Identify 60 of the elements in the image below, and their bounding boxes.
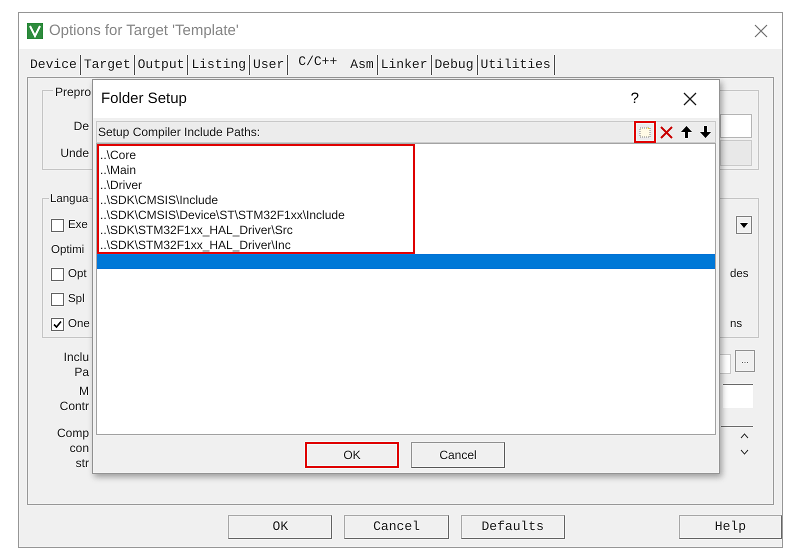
field-label: Contr (60, 399, 89, 414)
scroll-down-icon[interactable] (740, 449, 749, 455)
dialog-button[interactable]: OK (228, 515, 332, 539)
path-item[interactable]: ..\SDK\STM32F1xx_HAL_Driver\Src (99, 223, 413, 238)
path-item[interactable]: ..\Driver (99, 178, 413, 193)
field-label: con (70, 441, 89, 456)
tab[interactable]: Output (134, 54, 188, 75)
define-field[interactable] (720, 114, 752, 138)
tab[interactable]: Listing (188, 54, 250, 75)
dialog-button[interactable]: Cancel (411, 442, 505, 468)
path-item[interactable]: ..\Core (99, 148, 413, 163)
checkbox[interactable] (51, 268, 64, 282)
tab[interactable]: Asm (347, 54, 378, 75)
scroll-up-icon[interactable] (740, 433, 749, 439)
field-label: Pa (74, 365, 89, 380)
dropdown-arrow-button[interactable] (736, 216, 752, 234)
option-label: ns (730, 316, 742, 332)
field-label: Unde (59, 145, 89, 162)
browse-button[interactable]: ... (735, 350, 755, 372)
option-label: Spl (68, 292, 85, 308)
new-folder-button[interactable] (634, 121, 656, 143)
dialog-button[interactable]: Cancel (344, 515, 449, 539)
help-button[interactable]: ? (630, 88, 639, 110)
path-item[interactable]: ..\Main (99, 163, 413, 178)
tab[interactable]: Debug (432, 54, 478, 75)
misc-field[interactable] (723, 384, 753, 408)
option-label: des (730, 267, 749, 282)
window-title: Options for Target 'Template' (49, 20, 239, 41)
tab[interactable]: Utilities (478, 54, 555, 75)
dialog-button[interactable]: Help (678, 515, 782, 539)
move-up-icon[interactable] (681, 126, 692, 138)
field-label: Comp (56, 426, 89, 441)
delete-icon[interactable] (660, 126, 673, 138)
field-label: str (76, 456, 89, 471)
checkbox[interactable] (51, 318, 64, 332)
field-label: M (79, 384, 89, 399)
new-folder-icon (639, 126, 651, 138)
field-label: De (72, 118, 89, 135)
checkbox[interactable] (51, 218, 64, 232)
caret-icon (740, 222, 748, 228)
app-icon (27, 23, 43, 39)
option-label: One (68, 316, 90, 332)
path-item[interactable]: ..\SDK\CMSIS\Device\ST\STM32F1xx\Include (99, 208, 413, 223)
option-label: Opt (68, 267, 87, 282)
list-header: Setup Compiler Include Paths: (97, 124, 260, 141)
dialog-button[interactable]: Defaults (460, 515, 565, 539)
tab[interactable]: Linker (378, 54, 432, 75)
checkbox[interactable] (51, 293, 64, 306)
move-down-icon[interactable] (700, 126, 711, 138)
close-icon[interactable] (683, 92, 697, 106)
field-label: Inclu (64, 350, 89, 365)
tab[interactable]: Device (27, 54, 81, 75)
option-label: Exe (68, 218, 88, 233)
path-item[interactable]: ..\SDK\CMSIS\Include (99, 193, 413, 208)
dialog-title: Folder Setup (101, 88, 187, 109)
tab[interactable]: Target (80, 54, 135, 75)
path-item[interactable]: ..\SDK\STM32F1xx_HAL_Driver\Inc (99, 238, 413, 253)
option-label: Optimi (51, 242, 84, 258)
undefine-field[interactable] (720, 140, 752, 166)
dialog-button[interactable]: OK (305, 442, 399, 468)
